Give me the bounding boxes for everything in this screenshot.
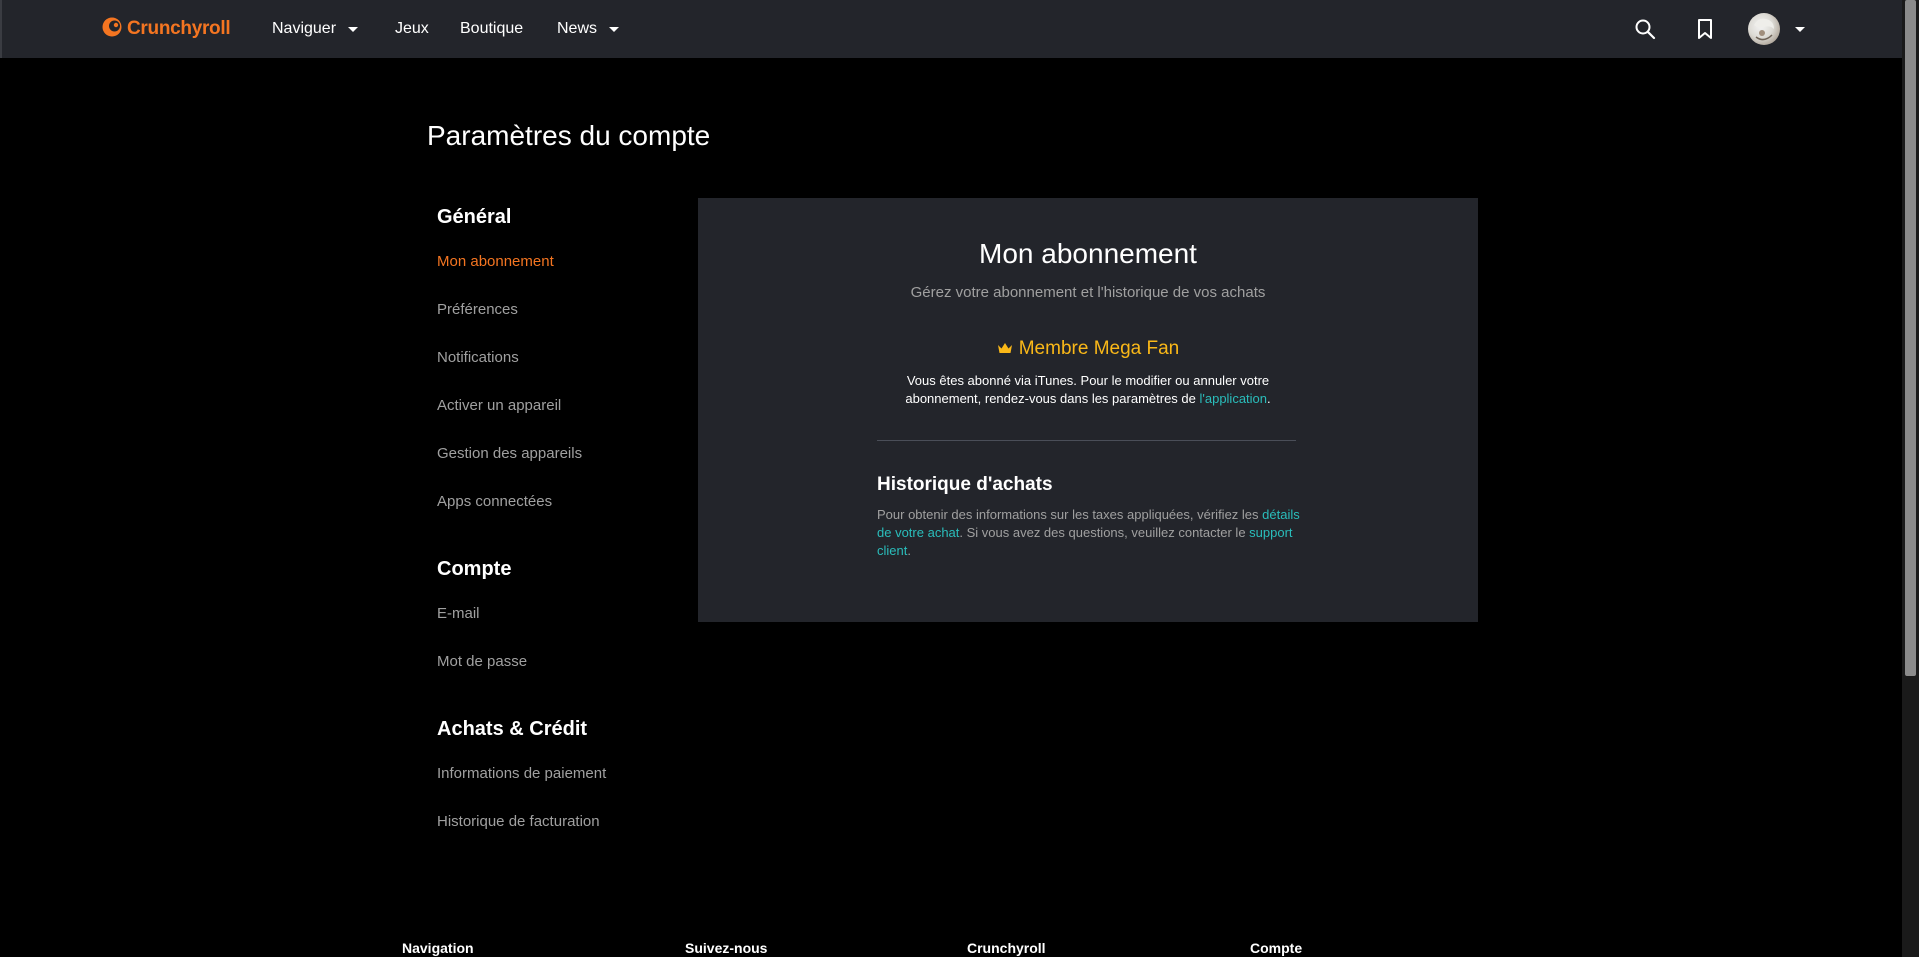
sidebar-item-historique-facturation[interactable]: Historique de facturation: [437, 813, 600, 830]
nav-naviguer-label: Naviguer: [272, 20, 337, 37]
sidebar-item-notifications[interactable]: Notifications: [437, 349, 519, 366]
crown-icon: [997, 338, 1013, 360]
history-text-part1: Pour obtenir des informations sur les ta…: [877, 507, 1263, 522]
history-text-part2: . Si vous avez des questions, veuillez c…: [959, 525, 1250, 540]
avatar-chevron-down-icon[interactable]: [1795, 27, 1805, 32]
crunchyroll-logo-icon: [101, 16, 123, 43]
crunchyroll-logo[interactable]: Crunchyroll: [101, 16, 231, 43]
footer-heading-suivez-nous: Suivez-nous: [685, 940, 768, 956]
avatar[interactable]: [1748, 13, 1780, 45]
sidebar-item-apps-connectees[interactable]: Apps connectées: [437, 493, 552, 510]
application-link[interactable]: l'application: [1199, 391, 1267, 406]
search-icon[interactable]: [1632, 16, 1658, 42]
tier-badge: Membre Mega Fan: [698, 338, 1478, 360]
logo-text: Crunchyroll: [127, 18, 231, 39]
top-header: Crunchyroll Naviguer Jeux Boutique News: [0, 0, 1904, 58]
tier-name: Membre Mega Fan: [1018, 338, 1180, 359]
footer-heading-navigation: Navigation: [402, 940, 474, 956]
sidebar-heading-compte: Compte: [437, 558, 512, 580]
sidebar-item-email[interactable]: E-mail: [437, 605, 480, 622]
page-scrollbar[interactable]: [1902, 0, 1919, 957]
nav-naviguer[interactable]: Naviguer: [272, 0, 359, 58]
sidebar-item-mon-abonnement[interactable]: Mon abonnement: [437, 253, 554, 270]
purchase-history-title: Historique d'achats: [877, 474, 1053, 495]
nav-news[interactable]: News: [557, 0, 620, 58]
subscription-info-end: .: [1267, 391, 1271, 406]
nav-jeux-label: Jeux: [395, 20, 429, 37]
sidebar-heading-achats-credit: Achats & Crédit: [437, 718, 588, 740]
history-text-part3: .: [907, 543, 911, 558]
page-title: Paramètres du compte: [427, 120, 711, 151]
nav-boutique-label: Boutique: [460, 20, 524, 37]
sidebar-item-preferences[interactable]: Préférences: [437, 301, 518, 318]
subscription-info: Vous êtes abonné via iTunes. Pour le mod…: [873, 372, 1303, 408]
bookmark-icon[interactable]: [1692, 16, 1718, 42]
sidebar-item-activer-appareil[interactable]: Activer un appareil: [437, 397, 561, 414]
subscription-card: Mon abonnement Gérez votre abonnement et…: [698, 198, 1478, 622]
chevron-down-icon: [609, 26, 620, 32]
scrollbar-thumb[interactable]: [1905, 0, 1916, 676]
purchase-history-text: Pour obtenir des informations sur les ta…: [877, 506, 1307, 560]
sidebar-item-mot-de-passe[interactable]: Mot de passe: [437, 653, 527, 670]
subscription-title: Mon abonnement: [979, 238, 1197, 269]
nav-boutique[interactable]: Boutique: [460, 0, 523, 58]
divider: [877, 440, 1296, 441]
nav-jeux[interactable]: Jeux: [395, 0, 429, 58]
sidebar-item-gestion-appareils[interactable]: Gestion des appareils: [437, 445, 582, 462]
footer-heading-compte: Compte: [1250, 940, 1303, 956]
subscription-subtitle: Gérez votre abonnement et l'historique d…: [910, 284, 1266, 301]
footer-heading-crunchyroll: Crunchyroll: [967, 940, 1046, 956]
chevron-down-icon: [348, 26, 359, 32]
nav-news-label: News: [557, 20, 598, 37]
sidebar-item-informations-paiement[interactable]: Informations de paiement: [437, 765, 606, 782]
sidebar-heading-general: Général: [437, 206, 512, 228]
